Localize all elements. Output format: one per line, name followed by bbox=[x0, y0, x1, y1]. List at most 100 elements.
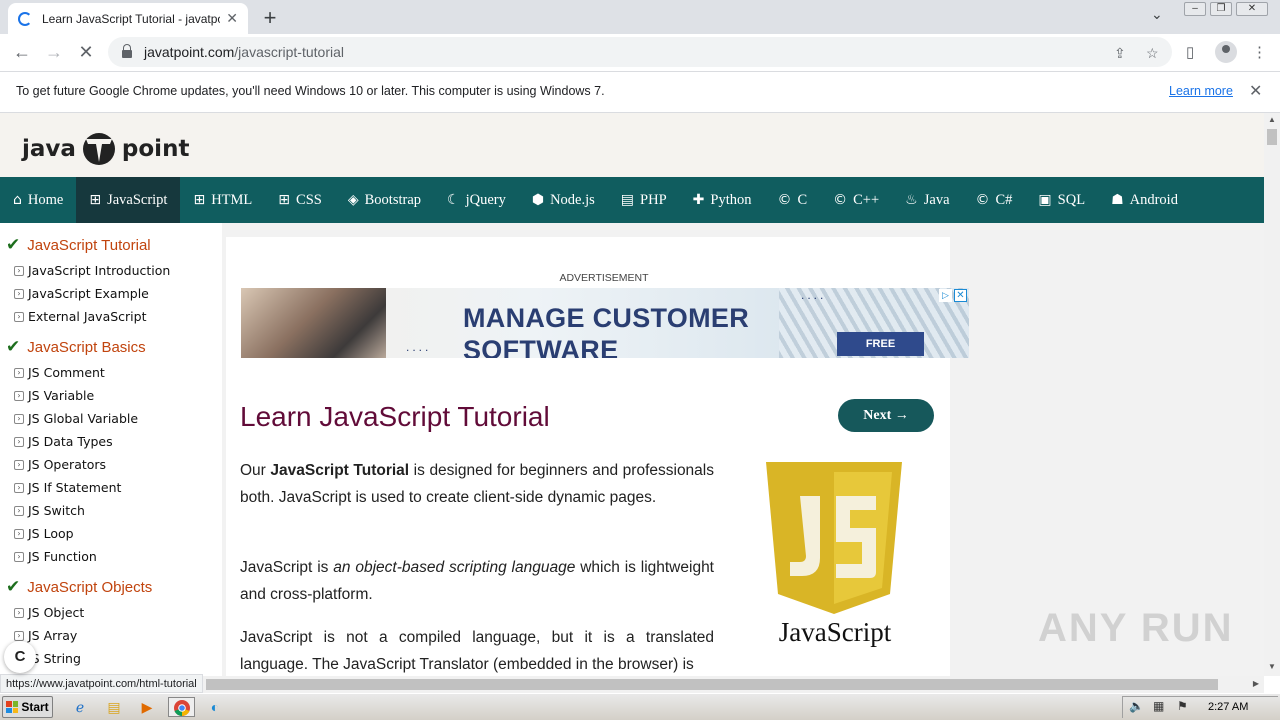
sidebar-link-label: JS Switch bbox=[28, 503, 85, 518]
vertical-scroll-thumb[interactable] bbox=[1267, 129, 1277, 145]
nav-item-java[interactable]: ♨ Java bbox=[892, 177, 962, 223]
ad-dots-top: .... bbox=[801, 288, 827, 302]
share-icon[interactable]: ⇪ bbox=[1114, 45, 1126, 62]
nav-item-c[interactable]: © C bbox=[764, 177, 820, 223]
sidebar-link[interactable]: › External JavaScript bbox=[14, 309, 147, 324]
ad-free-button[interactable]: FREE bbox=[837, 332, 924, 356]
infobar-close-icon[interactable]: ✕ bbox=[1249, 81, 1262, 101]
sidebar-link[interactable]: › JS Comment bbox=[14, 365, 105, 380]
site-header: java point bbox=[0, 113, 1264, 177]
url-text: javatpoint.com/javascript-tutorial bbox=[144, 44, 344, 60]
nav-item-node-js[interactable]: ⬢ Node.js bbox=[519, 177, 608, 223]
ad-person-image bbox=[241, 288, 386, 358]
floating-c-button[interactable]: C bbox=[4, 641, 36, 673]
nav-python-icon: ✚ bbox=[692, 192, 705, 208]
sidebar-link[interactable]: › JS Loop bbox=[14, 526, 74, 541]
horizontal-scroll-thumb[interactable] bbox=[206, 679, 1218, 690]
ad-info-icon[interactable]: ▷ bbox=[939, 289, 952, 302]
file-explorer-icon[interactable]: ▤ bbox=[103, 697, 125, 717]
chrome-taskbar-icon[interactable] bbox=[168, 697, 195, 717]
scroll-down-arrow-icon[interactable]: ▼ bbox=[1264, 662, 1280, 671]
javatpoint-logo[interactable]: java point bbox=[22, 131, 189, 167]
bookmark-star-icon[interactable]: ☆ bbox=[1146, 45, 1159, 62]
start-button[interactable]: Start bbox=[2, 696, 53, 718]
sidebar-link[interactable]: › JS Object bbox=[14, 605, 84, 620]
sidebar-link-label: JS Variable bbox=[28, 388, 95, 403]
nav-item-label: jQuery bbox=[465, 191, 506, 208]
taskbar-clock[interactable]: 2:27 AM bbox=[1208, 701, 1248, 713]
address-bar[interactable]: javatpoint.com/javascript-tutorial ⇪ ☆ bbox=[108, 37, 1172, 67]
nav-item-label: C bbox=[797, 191, 808, 208]
tab-close-icon[interactable]: ✕ bbox=[226, 10, 238, 27]
sidebar-heading[interactable]: ✔ JavaScript Basics bbox=[6, 337, 146, 357]
nav-node-js-icon: ⬢ bbox=[531, 192, 545, 208]
sidebar-heading[interactable]: ✔ JavaScript Objects bbox=[6, 577, 152, 597]
network-icon[interactable]: ▦ bbox=[1153, 699, 1164, 713]
nav-item-c-[interactable]: © C# bbox=[963, 177, 1026, 223]
sidebar-link[interactable]: › JS Data Types bbox=[14, 434, 113, 449]
nav-item-jquery[interactable]: ☾ jQuery bbox=[434, 177, 519, 223]
nav-item-android[interactable]: ☗ Android bbox=[1098, 177, 1191, 223]
minimize-button[interactable]: – bbox=[1184, 2, 1206, 16]
internet-explorer-icon[interactable]: ℯ bbox=[69, 697, 91, 717]
learn-more-link[interactable]: Learn more bbox=[1169, 84, 1233, 98]
nav-item-php[interactable]: ▤ PHP bbox=[608, 177, 680, 223]
sidebar-link[interactable]: › JS Variable bbox=[14, 388, 94, 403]
tab-search-chevron-icon[interactable]: ⌄ bbox=[1151, 6, 1163, 23]
nav-item-sql[interactable]: ▣ SQL bbox=[1025, 177, 1098, 223]
scroll-right-arrow-icon[interactable]: ▶ bbox=[1248, 679, 1264, 688]
restore-button[interactable]: ❐ bbox=[1210, 2, 1232, 16]
vertical-scrollbar[interactable]: ▲ ▼ bbox=[1264, 113, 1280, 676]
nav-item-javascript[interactable]: ⊞ JavaScript bbox=[76, 177, 181, 223]
sidebar-link[interactable]: › JavaScript Example bbox=[14, 286, 149, 301]
action-center-flag-icon[interactable]: ⚑ bbox=[1177, 699, 1188, 713]
sidebar-heading[interactable]: ✔ JavaScript Tutorial bbox=[6, 235, 151, 255]
menu-dots-icon[interactable]: ⋮ bbox=[1252, 43, 1267, 61]
nav-item-c-[interactable]: © C++ bbox=[820, 177, 892, 223]
profile-avatar-icon[interactable] bbox=[1215, 41, 1237, 63]
sidebar-link[interactable]: › JS Operators bbox=[14, 457, 106, 472]
nav-home-icon: ⌂ bbox=[13, 192, 22, 208]
nav-item-python[interactable]: ✚ Python bbox=[680, 177, 765, 223]
nav-css-icon: ⊞ bbox=[278, 192, 291, 208]
media-player-icon[interactable]: ▶ bbox=[136, 697, 158, 717]
nav-jquery-icon: ☾ bbox=[447, 192, 460, 208]
ad-close-icon[interactable]: ✕ bbox=[954, 289, 967, 302]
ad-banner[interactable]: .... .... MANAGE CUSTOMER SOFTWARE FREE … bbox=[241, 288, 969, 358]
scroll-up-arrow-icon[interactable]: ▲ bbox=[1264, 115, 1280, 124]
back-arrow-icon[interactable]: ← bbox=[10, 41, 34, 65]
forward-arrow-icon[interactable]: → bbox=[42, 41, 66, 65]
p2-prefix: JavaScript is bbox=[240, 559, 329, 576]
sidebar-link[interactable]: › JS If Statement bbox=[14, 480, 121, 495]
nav-item-label: Java bbox=[923, 191, 950, 208]
sidebar-link-label: JS Loop bbox=[28, 526, 74, 541]
nav-item-html[interactable]: ⊞ HTML bbox=[180, 177, 265, 223]
sidebar-link[interactable]: › JavaScript Introduction bbox=[14, 263, 170, 278]
window-close-button[interactable]: ✕ bbox=[1236, 2, 1268, 16]
volume-icon[interactable]: 🔈 bbox=[1129, 699, 1144, 713]
nav-item-label: Node.js bbox=[550, 191, 595, 208]
stop-loading-icon[interactable]: ✕ bbox=[74, 41, 98, 65]
sidebar-link[interactable]: › JS Switch bbox=[14, 503, 85, 518]
browser-tab[interactable]: Learn JavaScript Tutorial - javatpoint ✕ bbox=[8, 3, 248, 34]
p1-prefix: Our bbox=[240, 462, 266, 479]
next-button[interactable]: Next → bbox=[838, 399, 934, 432]
nav-item-bootstrap[interactable]: ◈ Bootstrap bbox=[335, 177, 434, 223]
tab-strip: Learn JavaScript Tutorial - javatpoint ✕… bbox=[0, 0, 1280, 34]
sidebar-heading-label: JavaScript Basics bbox=[27, 338, 146, 356]
nav-item-css[interactable]: ⊞ CSS bbox=[265, 177, 335, 223]
side-panel-icon[interactable]: ▯ bbox=[1186, 43, 1194, 61]
windows-taskbar: Start ℯ ▤ ▶ ◐ 🔈 ▦ ⚑ 2:27 AM bbox=[0, 693, 1280, 720]
bullet-arrow-icon: › bbox=[14, 607, 24, 618]
nav-item-label: PHP bbox=[640, 191, 667, 208]
main-nav: ⌂ Home ⊞ JavaScript ⊞ HTML ⊞ CSS ◈ Bootstrap ☾ jQue… bbox=[0, 177, 1264, 223]
sidebar-link[interactable]: › JS Global Variable bbox=[14, 411, 138, 426]
nav-android-icon: ☗ bbox=[1111, 192, 1124, 208]
bullet-arrow-icon: › bbox=[14, 459, 24, 470]
nav-item-home[interactable]: ⌂ Home bbox=[0, 177, 76, 223]
sidebar-heading-label: JavaScript Objects bbox=[27, 578, 153, 596]
sidebar-link-label: JS Comment bbox=[28, 365, 105, 380]
sidebar-link[interactable]: › JS Function bbox=[14, 549, 97, 564]
new-tab-button[interactable]: + bbox=[258, 5, 282, 31]
edge-icon[interactable]: ◐ bbox=[204, 697, 226, 717]
